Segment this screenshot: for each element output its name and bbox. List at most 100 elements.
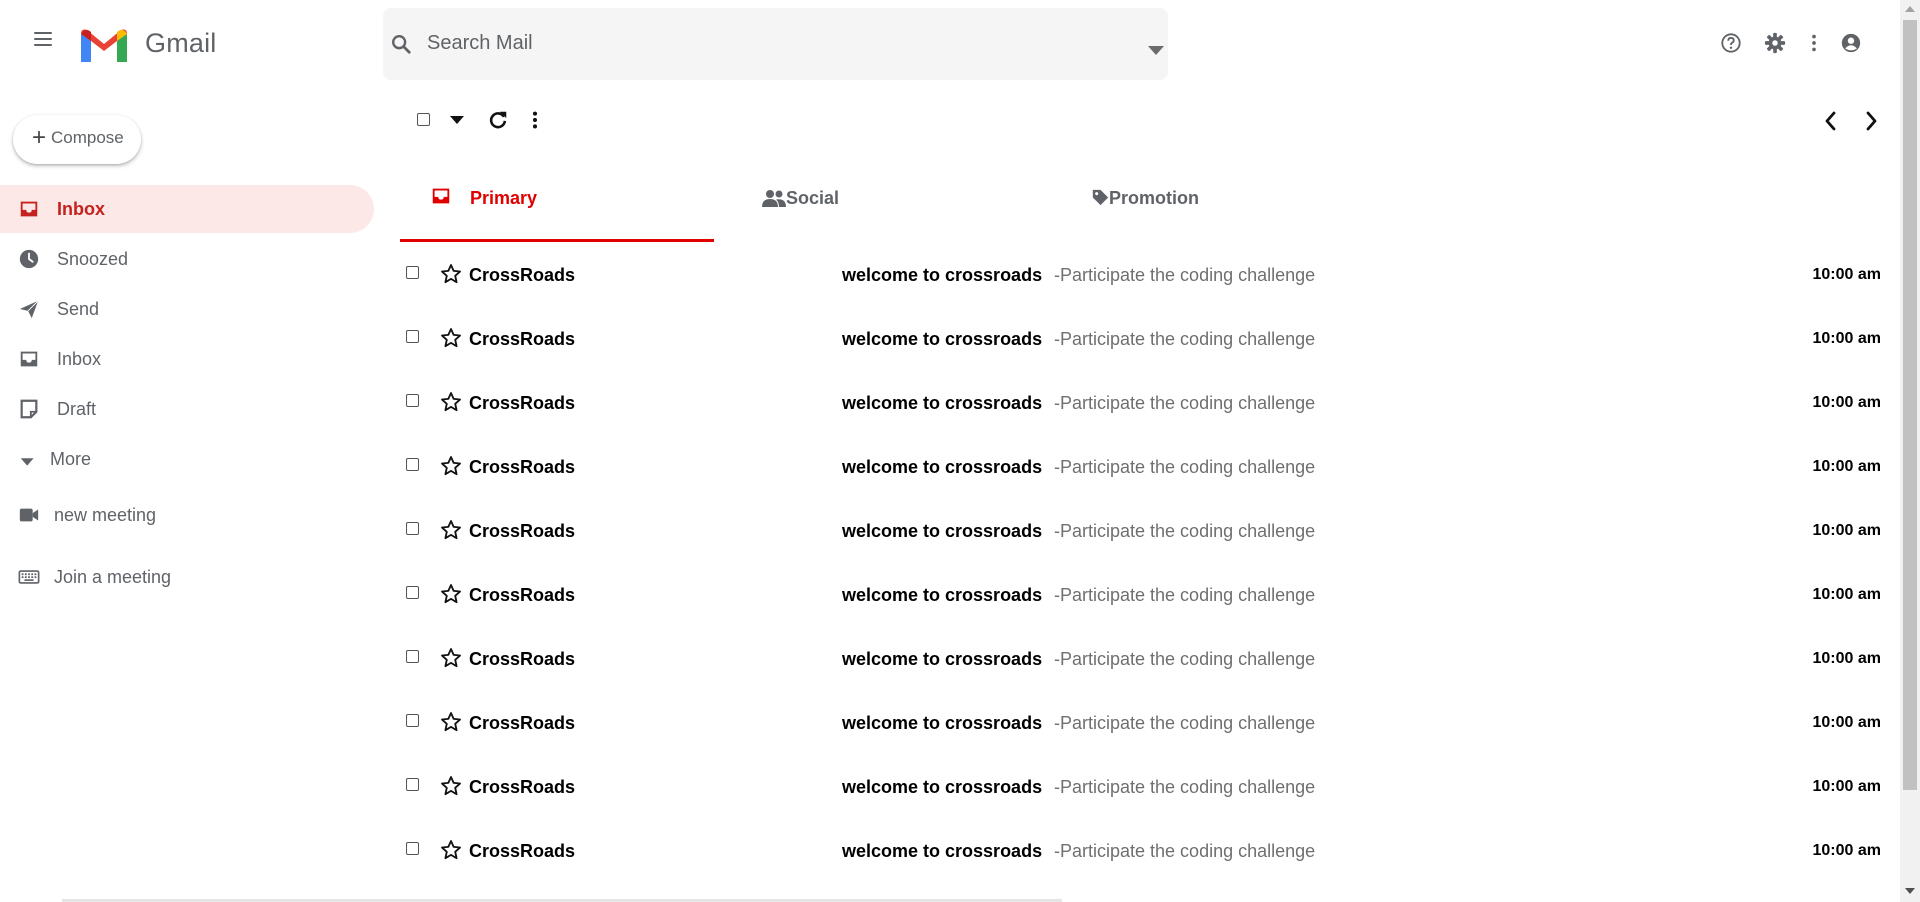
sidebar-item-label: Snoozed bbox=[57, 249, 129, 269]
email-row[interactable]: CrossRoads welcome to crossroads -Partici… bbox=[400, 825, 1890, 889]
more-vert-icon[interactable] bbox=[1803, 32, 1825, 54]
refresh-icon[interactable] bbox=[487, 109, 509, 131]
email-row[interactable]: CrossRoads welcome to crossroads -Partici… bbox=[400, 633, 1890, 697]
row-checkbox[interactable] bbox=[406, 266, 419, 279]
settings-icon[interactable] bbox=[1764, 32, 1786, 54]
sidebar-item-more[interactable]: More bbox=[0, 435, 374, 483]
gmail-logo[interactable] bbox=[81, 28, 127, 62]
email-sender: CrossRoads bbox=[469, 841, 576, 861]
menu-icon[interactable] bbox=[34, 32, 52, 46]
email-snippet: -Participate the coding challenge bbox=[1054, 393, 1316, 413]
email-time: 10:00 am bbox=[1812, 266, 1882, 283]
tab-promotion[interactable]: Promotion bbox=[1028, 165, 1342, 243]
email-sender: CrossRoads bbox=[469, 457, 576, 477]
email-row[interactable]: CrossRoads welcome to crossroads -Partici… bbox=[400, 697, 1890, 761]
row-checkbox[interactable] bbox=[406, 458, 419, 471]
email-row[interactable]: CrossRoads welcome to crossroads -Partici… bbox=[400, 505, 1890, 569]
star-icon[interactable] bbox=[440, 327, 462, 349]
row-checkbox[interactable] bbox=[406, 842, 419, 855]
inbox-icon bbox=[432, 188, 450, 204]
sidebar-item-label: new meeting bbox=[54, 505, 157, 525]
tab-label: Social bbox=[786, 188, 840, 208]
tag-icon bbox=[1092, 189, 1109, 206]
scroll-up-arrow-icon[interactable] bbox=[1905, 6, 1915, 12]
sidebar-item-send[interactable]: Send bbox=[0, 285, 374, 333]
star-icon[interactable] bbox=[440, 711, 462, 733]
sidebar-item-snoozed[interactable]: Snoozed bbox=[0, 235, 374, 283]
select-options-caret-icon[interactable] bbox=[449, 114, 465, 126]
row-checkbox[interactable] bbox=[406, 586, 419, 599]
tab-label: Promotion bbox=[1109, 188, 1199, 208]
email-time: 10:00 am bbox=[1812, 394, 1882, 411]
email-snippet: -Participate the coding challenge bbox=[1054, 841, 1316, 861]
inbox-icon bbox=[20, 351, 38, 367]
scroll-down-arrow-icon[interactable] bbox=[1905, 888, 1915, 894]
star-icon[interactable] bbox=[440, 839, 462, 861]
email-row[interactable]: CrossRoads welcome to crossroads -Partici… bbox=[400, 377, 1890, 441]
compose-label: Compose bbox=[51, 128, 124, 147]
star-icon[interactable] bbox=[440, 647, 462, 669]
sidebar-item-new-meeting[interactable]: new meeting bbox=[0, 491, 374, 539]
tab-primary[interactable]: Primary bbox=[400, 165, 714, 243]
email-subject: welcome to crossroads bbox=[842, 521, 1043, 541]
row-checkbox[interactable] bbox=[406, 394, 419, 407]
email-subject: welcome to crossroads bbox=[842, 713, 1043, 733]
sidebar-item-join-meeting[interactable]: Join a meeting bbox=[0, 553, 374, 601]
more-options-icon[interactable] bbox=[527, 109, 543, 131]
email-subject: welcome to crossroads bbox=[842, 585, 1043, 605]
email-sender: CrossRoads bbox=[469, 649, 576, 669]
row-checkbox[interactable] bbox=[406, 522, 419, 535]
scroll-thumb[interactable] bbox=[1903, 20, 1917, 790]
video-icon bbox=[19, 508, 39, 522]
email-sender: CrossRoads bbox=[469, 585, 576, 605]
search-input[interactable] bbox=[425, 26, 1109, 60]
email-subject: welcome to crossroads bbox=[842, 649, 1043, 669]
star-icon[interactable] bbox=[440, 391, 462, 413]
star-icon[interactable] bbox=[440, 519, 462, 541]
compose-button[interactable]: + Compose bbox=[13, 115, 141, 164]
sidebar-item-label: More bbox=[50, 449, 92, 469]
row-checkbox[interactable] bbox=[406, 714, 419, 727]
email-sender: CrossRoads bbox=[469, 713, 576, 733]
sidebar-item-inbox[interactable]: Inbox bbox=[0, 185, 374, 233]
help-icon[interactable] bbox=[1720, 32, 1742, 54]
email-subject: welcome to crossroads bbox=[842, 777, 1043, 797]
email-row[interactable]: CrossRoads welcome to crossroads -Partici… bbox=[400, 569, 1890, 633]
tab-label: Primary bbox=[470, 188, 538, 208]
star-icon[interactable] bbox=[440, 455, 462, 477]
email-time: 10:00 am bbox=[1812, 650, 1882, 667]
select-all-checkbox[interactable] bbox=[417, 113, 430, 126]
send-icon bbox=[19, 300, 39, 319]
sidebar-item-label: Inbox bbox=[57, 199, 105, 219]
search-bar[interactable] bbox=[383, 8, 1168, 80]
email-sender: CrossRoads bbox=[469, 393, 576, 413]
sidebar-item-inbox-2[interactable]: Inbox bbox=[0, 335, 374, 383]
search-icon[interactable] bbox=[390, 33, 412, 55]
email-snippet: -Participate the coding challenge bbox=[1054, 457, 1316, 477]
star-icon[interactable] bbox=[440, 775, 462, 797]
prev-page-icon[interactable] bbox=[1821, 110, 1841, 132]
tab-social[interactable]: Social bbox=[714, 165, 1028, 243]
inbox-icon bbox=[20, 201, 38, 217]
email-row[interactable]: CrossRoads welcome to crossroads -Partici… bbox=[400, 313, 1890, 377]
email-time: 10:00 am bbox=[1812, 522, 1882, 539]
sidebar-item-label: Inbox bbox=[57, 349, 102, 369]
next-page-icon[interactable] bbox=[1861, 110, 1881, 132]
sidebar-item-draft[interactable]: Draft bbox=[0, 385, 374, 433]
caret-down-icon bbox=[20, 458, 34, 466]
sidebar-item-label: Draft bbox=[57, 399, 97, 419]
account-icon[interactable] bbox=[1840, 32, 1862, 54]
row-checkbox[interactable] bbox=[406, 330, 419, 343]
email-subject: welcome to crossroads bbox=[842, 265, 1043, 285]
people-icon bbox=[762, 190, 786, 207]
search-options-caret-icon[interactable] bbox=[1148, 46, 1164, 55]
email-row[interactable]: CrossRoads welcome to crossroads -Partici… bbox=[400, 249, 1890, 313]
email-row[interactable]: CrossRoads welcome to crossroads -Partici… bbox=[400, 441, 1890, 505]
keyboard-icon bbox=[18, 570, 40, 584]
star-icon[interactable] bbox=[440, 583, 462, 605]
star-icon[interactable] bbox=[440, 263, 462, 285]
email-row[interactable]: CrossRoads welcome to crossroads -Partici… bbox=[400, 761, 1890, 825]
row-checkbox[interactable] bbox=[406, 650, 419, 663]
row-checkbox[interactable] bbox=[406, 778, 419, 791]
vertical-scrollbar[interactable] bbox=[1900, 0, 1920, 902]
